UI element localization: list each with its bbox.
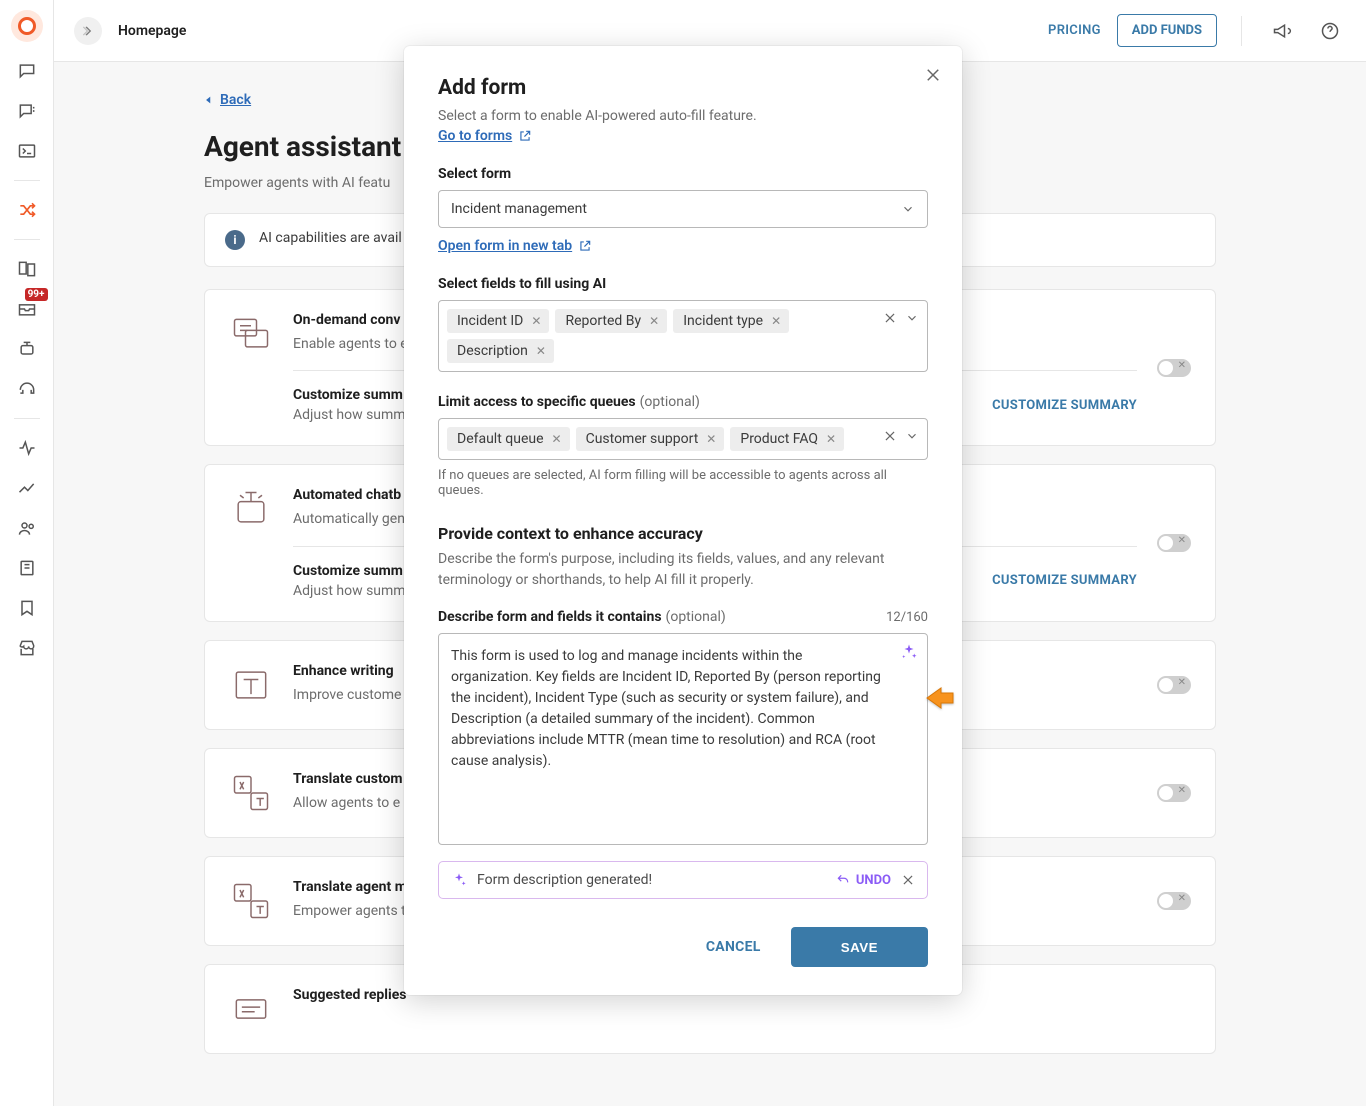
queue-tag-label: Default queue xyxy=(457,431,544,447)
dismiss-toast-icon[interactable] xyxy=(901,873,915,887)
undo-button[interactable]: UNDO xyxy=(836,873,891,888)
open-form-new-tab-link[interactable]: Open form in new tab xyxy=(438,238,592,254)
ai-generated-toast: Form description generated! UNDO xyxy=(438,861,928,899)
select-fields-label: Select fields to fill using AI xyxy=(438,276,928,292)
form-select[interactable]: Incident management xyxy=(438,190,928,228)
context-subtext: Describe the form's purpose, including i… xyxy=(438,549,928,591)
external-link-icon xyxy=(518,129,532,143)
queue-tag: Customer support ✕ xyxy=(576,427,725,451)
go-to-forms-link[interactable]: Go to forms xyxy=(438,128,532,144)
external-link-icon xyxy=(578,239,592,253)
field-tag-label: Incident ID xyxy=(457,313,523,329)
close-icon[interactable] xyxy=(920,62,946,88)
context-heading: Provide context to enhance accuracy xyxy=(438,524,928,543)
form-description-textarea[interactable] xyxy=(438,633,928,845)
remove-tag-icon[interactable]: ✕ xyxy=(706,432,716,446)
remove-tag-icon[interactable]: ✕ xyxy=(649,314,659,328)
field-tag: Description ✕ xyxy=(447,339,554,363)
save-button[interactable]: SAVE xyxy=(791,927,928,967)
ai-sparkle-icon[interactable] xyxy=(900,643,918,661)
field-tag-label: Description xyxy=(457,343,528,359)
select-form-label: Select form xyxy=(438,166,928,182)
clear-all-icon[interactable] xyxy=(883,429,897,443)
queue-tag-label: Product FAQ xyxy=(740,431,818,447)
char-counter: 12/160 xyxy=(886,610,928,625)
open-form-new-tab-label: Open form in new tab xyxy=(438,238,572,254)
chevron-down-icon[interactable] xyxy=(905,311,919,325)
queues-multiselect[interactable]: Default queue ✕ Customer support ✕ Product… xyxy=(438,418,928,460)
remove-tag-icon[interactable]: ✕ xyxy=(826,432,836,446)
limit-queues-label: Limit access to specific queues(optional… xyxy=(438,394,928,410)
form-select-value: Incident management xyxy=(451,201,587,217)
remove-tag-icon[interactable]: ✕ xyxy=(771,314,781,328)
describe-form-label: Describe form and fields it contains(opt… xyxy=(438,609,726,625)
chevron-down-icon[interactable] xyxy=(905,429,919,443)
go-to-forms-label: Go to forms xyxy=(438,128,512,144)
remove-tag-icon[interactable]: ✕ xyxy=(531,314,541,328)
field-tag: Incident ID ✕ xyxy=(447,309,549,333)
add-form-modal: Add form Select a form to enable AI-powe… xyxy=(404,46,962,995)
toast-text: Form description generated! xyxy=(477,872,652,888)
annotation-arrow-icon xyxy=(925,685,955,711)
fields-multiselect[interactable]: Incident ID ✕ Reported By ✕ Incident type ✕… xyxy=(438,300,928,372)
queue-tag-label: Customer support xyxy=(586,431,699,447)
cancel-button[interactable]: CANCEL xyxy=(690,927,777,967)
remove-tag-icon[interactable]: ✕ xyxy=(552,432,562,446)
remove-tag-icon[interactable]: ✕ xyxy=(536,344,546,358)
field-tag: Incident type ✕ xyxy=(673,309,789,333)
field-tag: Reported By ✕ xyxy=(555,309,667,333)
field-tag-label: Reported By xyxy=(565,313,641,329)
sparkle-icon xyxy=(451,872,467,888)
queue-tag: Default queue ✕ xyxy=(447,427,570,451)
clear-all-icon[interactable] xyxy=(883,311,897,325)
queue-tag: Product FAQ ✕ xyxy=(730,427,844,451)
modal-title: Add form xyxy=(438,76,928,100)
chevron-down-icon xyxy=(901,202,915,216)
undo-label: UNDO xyxy=(856,873,891,888)
queues-help-text: If no queues are selected, AI form filli… xyxy=(438,468,928,498)
field-tag-label: Incident type xyxy=(683,313,763,329)
modal-description: Select a form to enable AI-powered auto-… xyxy=(438,108,928,124)
